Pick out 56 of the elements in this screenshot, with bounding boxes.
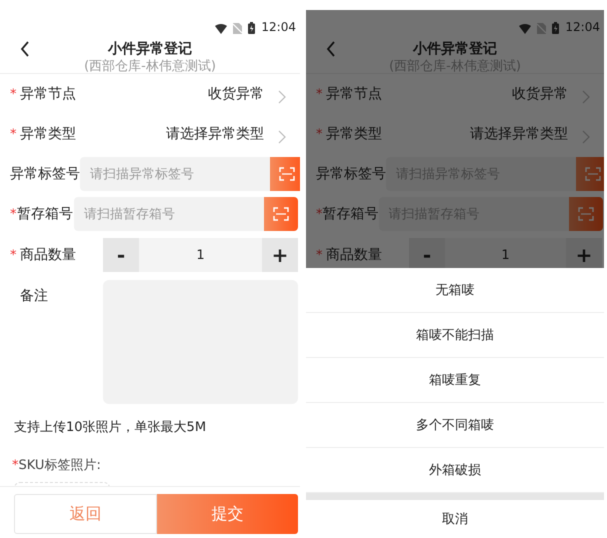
required-mark: *: [315, 126, 324, 142]
scan-icon: [273, 207, 289, 221]
scan-button[interactable]: [576, 157, 604, 191]
chevron-right-icon[interactable]: [278, 90, 286, 104]
battery-icon: [248, 22, 256, 34]
required-mark: *: [9, 126, 18, 142]
chevron-right-icon[interactable]: [582, 90, 590, 104]
required-mark: *: [9, 248, 18, 262]
wifi-icon: [215, 24, 228, 34]
sheet-option[interactable]: 无箱唛: [306, 268, 604, 313]
field-label: 异常标签号: [316, 165, 386, 183]
page-title: 小件异常登记: [108, 40, 192, 58]
no-sim-icon: [233, 23, 242, 34]
field-label: 商品数量: [326, 246, 383, 264]
status-time: 12:04: [565, 20, 600, 34]
required-mark: *: [315, 206, 322, 222]
required-mark: *: [315, 86, 324, 102]
field-label: 异常节点: [326, 85, 383, 103]
scan-button[interactable]: [568, 197, 602, 231]
chevron-right-icon[interactable]: [278, 130, 286, 144]
scan-input-field[interactable]: 请扫描异常标签号: [80, 157, 270, 191]
select-value[interactable]: 请选择异常类型: [409, 125, 582, 143]
required-mark: *: [12, 458, 18, 473]
field-label: 异常类型: [20, 125, 77, 143]
scan-icon: [279, 167, 295, 181]
field-label: 暂存箱号: [322, 205, 378, 223]
select-value[interactable]: 收货异常: [409, 85, 582, 103]
select-value[interactable]: 请选择异常类型: [103, 125, 278, 143]
field-label: 异常标签号: [10, 165, 80, 183]
scan-icon: [585, 167, 601, 181]
field-label: 备注: [20, 287, 49, 305]
page-title: 小件异常登记: [413, 40, 497, 58]
required-mark: *: [9, 86, 18, 102]
status-time: 12:04: [261, 20, 296, 34]
select-value[interactable]: 收货异常: [103, 85, 278, 103]
increment-button[interactable]: +: [262, 238, 298, 272]
upload-hint: 支持上传10张照片，单张最大5M: [13, 419, 208, 437]
field-label: 暂存箱号: [16, 205, 74, 223]
scan-button[interactable]: [270, 157, 300, 191]
page-subtitle: (西部仓库-林伟意测试): [84, 58, 216, 76]
photo-label: SKU标签照片:: [18, 458, 101, 473]
back-icon[interactable]: [20, 41, 30, 57]
field-label: 异常类型: [326, 125, 383, 143]
field-label: 商品数量: [20, 246, 77, 264]
field-label: 异常节点: [20, 85, 77, 103]
wifi-icon: [519, 24, 532, 34]
no-sim-icon: [537, 23, 546, 34]
chevron-right-icon[interactable]: [582, 130, 590, 144]
quantity-field[interactable]: 1: [139, 238, 262, 272]
required-mark: *: [9, 206, 17, 222]
scan-button[interactable]: [264, 197, 298, 231]
scan-icon: [578, 207, 594, 221]
required-mark: *: [315, 248, 324, 262]
scan-input-field[interactable]: 请扫描暂存箱号: [74, 197, 264, 231]
battery-icon: [552, 22, 560, 34]
decrement-button[interactable]: -: [103, 238, 139, 272]
